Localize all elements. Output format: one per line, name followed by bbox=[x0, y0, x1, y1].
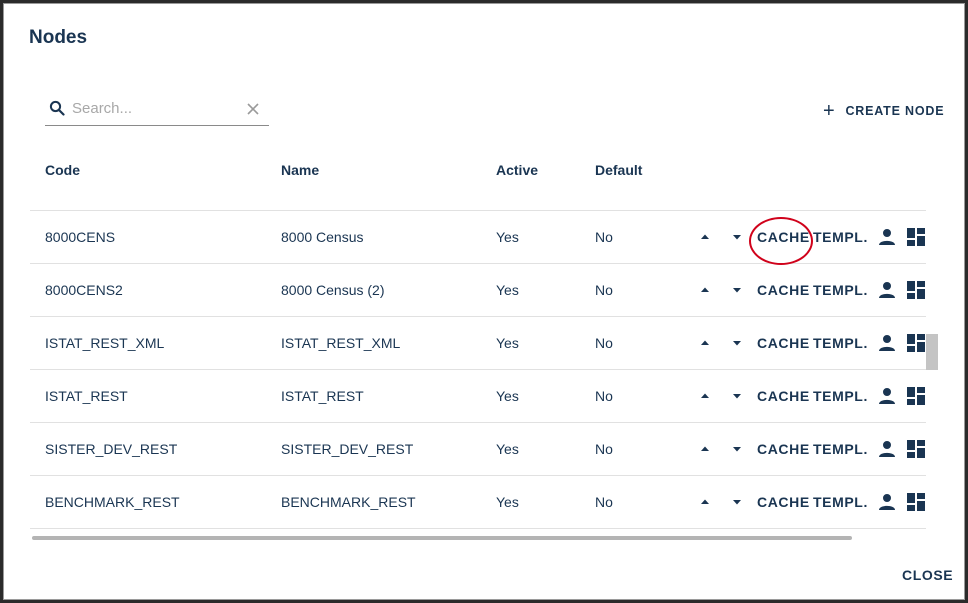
templates-button[interactable]: TEMPL. bbox=[813, 229, 868, 245]
table-row[interactable]: 8000CENS2 8000 Census (2) Yes No CACHE TEMPL. bbox=[30, 264, 926, 317]
nodes-dialog: Nodes + CREATE NODE Code Name Active Def… bbox=[3, 3, 965, 600]
nodes-table: Code Name Active Default 8000CENS 8000 Ce… bbox=[30, 149, 926, 533]
templates-button[interactable]: TEMPL. bbox=[813, 441, 868, 457]
cell-default: No bbox=[595, 229, 613, 245]
cell-active: Yes bbox=[496, 388, 519, 404]
cell-active: Yes bbox=[496, 494, 519, 510]
arrow-down-icon[interactable] bbox=[731, 232, 743, 242]
cell-default: No bbox=[595, 494, 613, 510]
templates-button[interactable]: TEMPL. bbox=[813, 282, 868, 298]
arrow-up-icon[interactable] bbox=[699, 338, 711, 348]
user-icon[interactable] bbox=[877, 280, 897, 300]
search-icon bbox=[49, 100, 65, 116]
dialog-title: Nodes bbox=[29, 27, 88, 48]
table-row[interactable]: 8000CENS 8000 Census Yes No CACHE TEMPL. bbox=[30, 211, 926, 264]
create-node-button[interactable]: + CREATE NODE bbox=[823, 101, 944, 121]
cell-active: Yes bbox=[496, 229, 519, 245]
plus-icon: + bbox=[823, 100, 836, 122]
table-row[interactable]: ISTAT_REST_XML ISTAT_REST_XML Yes No CACHE TE… bbox=[30, 317, 926, 370]
user-icon[interactable] bbox=[877, 439, 897, 459]
user-icon[interactable] bbox=[877, 333, 897, 353]
user-icon[interactable] bbox=[877, 386, 897, 406]
table-row[interactable]: ISTAT_REST ISTAT_REST Yes No CACHE TEMPL. bbox=[30, 370, 926, 423]
cache-button[interactable]: CACHE bbox=[757, 335, 810, 351]
cache-button[interactable]: CACHE bbox=[757, 229, 810, 245]
horizontal-scrollbar-thumb[interactable] bbox=[32, 536, 852, 540]
cell-active: Yes bbox=[496, 441, 519, 457]
arrow-down-icon[interactable] bbox=[731, 285, 743, 295]
cell-name: 8000 Census bbox=[281, 229, 364, 245]
column-header-active[interactable]: Active bbox=[496, 162, 538, 178]
create-node-label: CREATE NODE bbox=[845, 104, 945, 118]
table-row[interactable]: BENCHMARK_REST BENCHMARK_REST Yes No CACHE TE… bbox=[30, 476, 926, 529]
arrow-up-icon[interactable] bbox=[699, 391, 711, 401]
column-header-code[interactable]: Code bbox=[45, 162, 80, 178]
cell-code: ISTAT_REST bbox=[45, 388, 128, 404]
cell-code: SISTER_DEV_REST bbox=[45, 441, 178, 457]
cell-name: 8000 Census (2) bbox=[281, 282, 385, 298]
cell-name: ISTAT_REST bbox=[281, 388, 364, 404]
dashboard-icon[interactable] bbox=[906, 492, 926, 512]
dashboard-icon[interactable] bbox=[906, 280, 926, 300]
cache-button[interactable]: CACHE bbox=[757, 494, 810, 510]
cell-name: BENCHMARK_REST bbox=[281, 494, 416, 510]
cache-button[interactable]: CACHE bbox=[757, 388, 810, 404]
search-field[interactable] bbox=[45, 96, 269, 126]
search-input[interactable] bbox=[72, 97, 237, 119]
cell-active: Yes bbox=[496, 335, 519, 351]
arrow-down-icon[interactable] bbox=[731, 444, 743, 454]
cell-code: 8000CENS2 bbox=[45, 282, 123, 298]
arrow-up-icon[interactable] bbox=[699, 497, 711, 507]
cell-name: SISTER_DEV_REST bbox=[281, 441, 414, 457]
arrow-up-icon[interactable] bbox=[699, 232, 711, 242]
dashboard-icon[interactable] bbox=[906, 333, 926, 353]
cell-default: No bbox=[595, 335, 613, 351]
templates-button[interactable]: TEMPL. bbox=[813, 388, 868, 404]
arrow-up-icon[interactable] bbox=[699, 444, 711, 454]
table-row[interactable]: SISTER_DEV_REST SISTER_DEV_REST Yes No CACHE… bbox=[30, 423, 926, 476]
column-header-default[interactable]: Default bbox=[595, 162, 642, 178]
user-icon[interactable] bbox=[877, 227, 897, 247]
cell-default: No bbox=[595, 282, 613, 298]
cell-active: Yes bbox=[496, 282, 519, 298]
clear-search-icon[interactable] bbox=[247, 103, 259, 115]
dashboard-icon[interactable] bbox=[906, 227, 926, 247]
cell-code: ISTAT_REST_XML bbox=[45, 335, 165, 351]
close-button[interactable]: CLOSE bbox=[902, 567, 953, 583]
templates-button[interactable]: TEMPL. bbox=[813, 494, 868, 510]
arrow-down-icon[interactable] bbox=[731, 497, 743, 507]
arrow-down-icon[interactable] bbox=[731, 391, 743, 401]
cell-code: 8000CENS bbox=[45, 229, 116, 245]
cache-button[interactable]: CACHE bbox=[757, 441, 810, 457]
column-header-name[interactable]: Name bbox=[281, 162, 319, 178]
arrow-up-icon[interactable] bbox=[699, 285, 711, 295]
templates-button[interactable]: TEMPL. bbox=[813, 335, 868, 351]
user-icon[interactable] bbox=[877, 492, 897, 512]
cell-default: No bbox=[595, 388, 613, 404]
cell-code: BENCHMARK_REST bbox=[45, 494, 180, 510]
cell-name: ISTAT_REST_XML bbox=[281, 335, 401, 351]
cell-default: No bbox=[595, 441, 613, 457]
vertical-scrollbar-thumb[interactable] bbox=[926, 334, 938, 370]
arrow-down-icon[interactable] bbox=[731, 338, 743, 348]
table-header: Code Name Active Default bbox=[30, 149, 926, 211]
cache-button[interactable]: CACHE bbox=[757, 282, 810, 298]
dashboard-icon[interactable] bbox=[906, 386, 926, 406]
horizontal-scrollbar[interactable] bbox=[30, 534, 926, 542]
dashboard-icon[interactable] bbox=[906, 439, 926, 459]
